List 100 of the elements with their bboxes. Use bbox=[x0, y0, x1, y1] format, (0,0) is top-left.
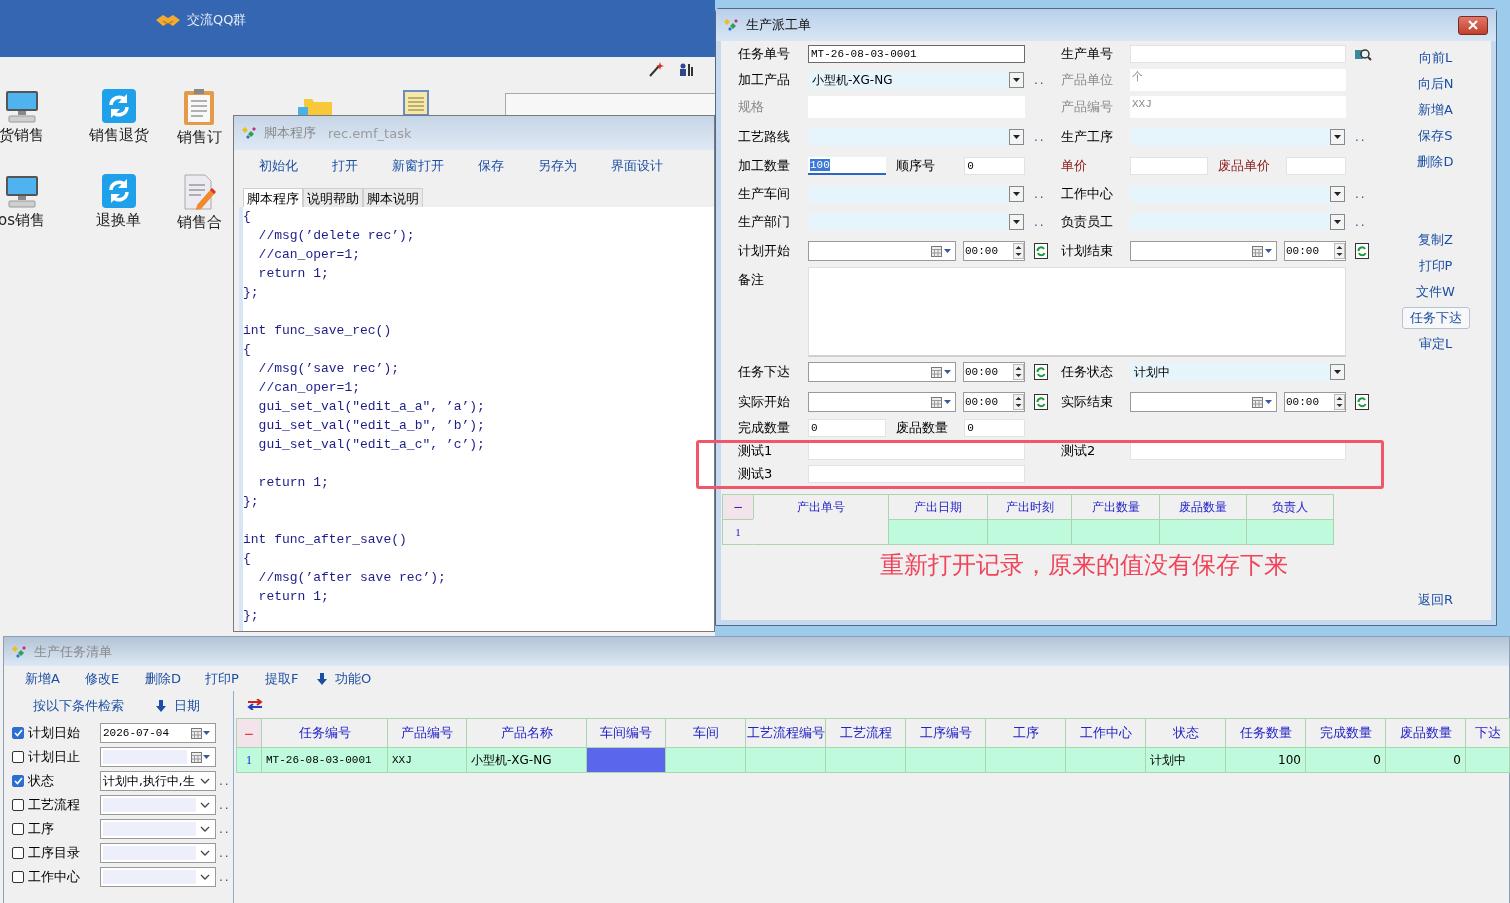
time-field[interactable]: 00:00 bbox=[1284, 241, 1346, 261]
desktop-shortcut[interactable]: 销售订 bbox=[176, 88, 222, 147]
desktop-shortcut[interactable]: 销售退货 bbox=[88, 88, 149, 145]
toolbar-button[interactable]: 新窗打开 bbox=[392, 157, 444, 175]
text-field[interactable]: 0 bbox=[964, 419, 1025, 437]
text-field[interactable] bbox=[1130, 45, 1346, 63]
swap-icon[interactable] bbox=[247, 699, 263, 710]
table-cell[interactable]: 计划中 bbox=[1145, 747, 1226, 773]
more-button[interactable]: .. bbox=[1034, 73, 1046, 87]
toolbar-button[interactable]: 修改E bbox=[85, 669, 145, 688]
checkbox[interactable] bbox=[12, 799, 24, 811]
date-field[interactable] bbox=[808, 362, 956, 382]
combo-box[interactable]: 小型机-XG-NG bbox=[808, 71, 1025, 89]
table-cell[interactable] bbox=[665, 747, 746, 773]
combo-box[interactable] bbox=[100, 795, 216, 815]
table-cell[interactable] bbox=[1065, 747, 1146, 773]
more-button[interactable]: .. bbox=[219, 798, 231, 812]
action-link[interactable]: 返回R bbox=[1417, 591, 1453, 609]
date-field[interactable]: 2026-07-04 bbox=[100, 723, 216, 743]
table-cell[interactable] bbox=[825, 747, 906, 773]
text-field[interactable] bbox=[808, 465, 1025, 483]
toolbar-button[interactable]: 界面设计 bbox=[611, 157, 663, 175]
toolbar-button[interactable]: 新增A bbox=[25, 669, 85, 688]
more-button[interactable]: .. bbox=[219, 822, 231, 836]
toolbar-button[interactable]: 打开 bbox=[332, 157, 358, 175]
more-button[interactable]: .. bbox=[219, 846, 231, 860]
desktop-shortcut[interactable]: 退换单 bbox=[96, 173, 141, 230]
combo-box[interactable] bbox=[100, 819, 216, 839]
checkbox[interactable] bbox=[12, 775, 24, 787]
combo-box[interactable] bbox=[100, 843, 216, 863]
checkbox[interactable] bbox=[12, 751, 24, 763]
text-field[interactable] bbox=[1285, 157, 1346, 175]
dropdown-button[interactable] bbox=[1330, 129, 1345, 145]
action-link[interactable]: 新增A bbox=[1418, 101, 1453, 119]
dropdown-button[interactable] bbox=[1009, 72, 1024, 88]
checkbox[interactable] bbox=[12, 871, 24, 883]
more-button[interactable]: .. bbox=[1355, 187, 1367, 201]
date-field[interactable] bbox=[808, 241, 956, 261]
action-link[interactable]: 审定L bbox=[1418, 335, 1453, 353]
time-field[interactable]: 00:00 bbox=[1284, 392, 1346, 412]
more-button[interactable]: .. bbox=[1034, 215, 1046, 229]
table-cell[interactable]: XXJ bbox=[387, 747, 467, 773]
checkbox[interactable] bbox=[12, 727, 24, 739]
toolbar-button[interactable]: 保存 bbox=[478, 157, 504, 175]
action-link[interactable]: 复制Z bbox=[1418, 231, 1453, 249]
action-link[interactable]: 删除D bbox=[1417, 153, 1454, 171]
toolbar-button[interactable]: 删除D bbox=[145, 669, 205, 688]
more-button[interactable]: .. bbox=[219, 870, 231, 884]
table-cell[interactable]: 100 bbox=[1225, 747, 1306, 773]
date-field[interactable] bbox=[100, 747, 216, 767]
tab[interactable]: 脚本说明 bbox=[363, 188, 423, 207]
date-field[interactable] bbox=[1130, 241, 1277, 261]
dropdown-button[interactable] bbox=[1330, 364, 1345, 380]
table-cell[interactable] bbox=[905, 747, 986, 773]
action-link[interactable]: 保存S bbox=[1418, 127, 1453, 145]
desktop-shortcut[interactable]: 货销售 bbox=[0, 88, 44, 145]
more-button[interactable]: .. bbox=[1355, 215, 1367, 229]
text-field[interactable]: 0 bbox=[808, 419, 887, 437]
dropdown-button[interactable] bbox=[1009, 214, 1024, 230]
tab[interactable]: 脚本程序 bbox=[243, 188, 303, 207]
text-field[interactable] bbox=[1130, 157, 1208, 175]
dropdown-button[interactable] bbox=[1330, 186, 1345, 202]
more-button[interactable]: .. bbox=[1034, 130, 1046, 144]
banner-link[interactable]: 交流QQ群 bbox=[187, 10, 247, 29]
date-field[interactable] bbox=[808, 392, 956, 412]
toolbar-button[interactable]: 打印P bbox=[205, 669, 265, 688]
toolbar-button[interactable]: 初始化 bbox=[259, 157, 298, 175]
dropdown-button[interactable] bbox=[1009, 129, 1024, 145]
action-link[interactable]: 向前L bbox=[1418, 49, 1453, 67]
toolbar-button[interactable]: 另存为 bbox=[538, 157, 577, 175]
more-button[interactable]: .. bbox=[1034, 187, 1046, 201]
code-editor[interactable] bbox=[239, 207, 714, 631]
time-field[interactable]: 00:00 bbox=[963, 362, 1025, 382]
dropdown-button[interactable] bbox=[1009, 186, 1024, 202]
close-button[interactable] bbox=[1458, 15, 1488, 35]
combo-box[interactable]: 计划中 bbox=[1130, 363, 1346, 381]
action-link[interactable]: 文件W bbox=[1416, 283, 1455, 301]
dropdown-button[interactable] bbox=[1330, 214, 1345, 230]
action-button[interactable]: 任务下达 bbox=[1401, 307, 1470, 329]
table-cell[interactable] bbox=[745, 747, 826, 773]
column-header[interactable]: 负责人 bbox=[1246, 494, 1334, 520]
text-field[interactable]: 0 bbox=[964, 157, 1025, 175]
checkbox[interactable] bbox=[12, 823, 24, 835]
table-cell[interactable]: 0 bbox=[1305, 747, 1386, 773]
sort-button[interactable]: 日期 bbox=[156, 697, 200, 715]
action-link[interactable]: 向后N bbox=[1417, 75, 1454, 93]
table-cell[interactable]: 小型机-XG-NG bbox=[466, 747, 587, 773]
table-cell[interactable] bbox=[586, 747, 666, 773]
date-field[interactable] bbox=[1130, 392, 1277, 412]
checkbox[interactable] bbox=[12, 847, 24, 859]
text-field[interactable]: 100 bbox=[808, 157, 887, 175]
action-link[interactable]: 打印P bbox=[1418, 257, 1453, 275]
tab[interactable]: 说明帮助 bbox=[303, 188, 363, 207]
time-field[interactable]: 00:00 bbox=[963, 241, 1025, 261]
memo-field[interactable] bbox=[808, 267, 1346, 357]
more-button[interactable]: .. bbox=[1355, 130, 1367, 144]
text-field[interactable]: MT-26-08-03-0001 bbox=[808, 45, 1025, 63]
table-cell[interactable] bbox=[1465, 747, 1510, 773]
combo-box[interactable]: 计划中,执行中,生 bbox=[100, 771, 216, 791]
time-field[interactable]: 00:00 bbox=[963, 392, 1025, 412]
